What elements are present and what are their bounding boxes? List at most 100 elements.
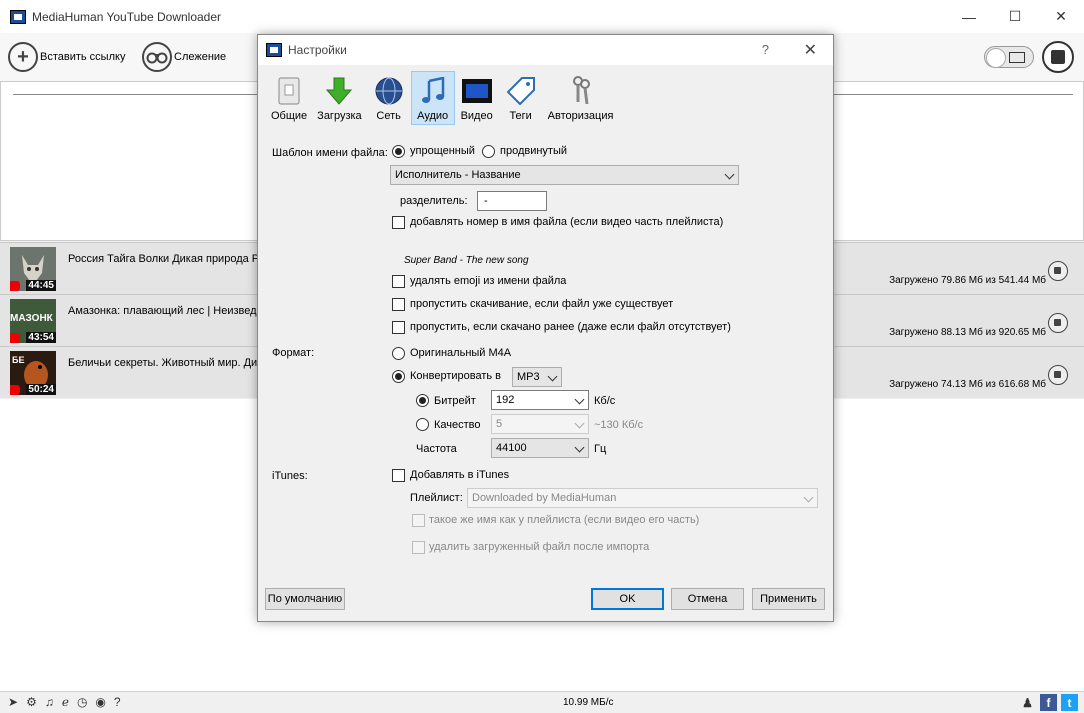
settings-tabs: Общие Загрузка Сеть Аудио Видео Теги Авт… [266, 71, 618, 125]
stop-all-button[interactable] [1042, 41, 1074, 73]
youtube-icon [10, 333, 20, 343]
thumbnail-text: МАЗОНК [10, 313, 53, 324]
skip-existing-label: пропустить скачивание, если файл уже сущ… [410, 298, 674, 310]
format-label: Формат: [272, 347, 315, 359]
default-button[interactable]: По умолчанию [265, 588, 345, 610]
tab-audio[interactable]: Аудио [410, 71, 455, 125]
video-thumbnail: МАЗОНК 43:54 [10, 299, 56, 343]
frequency-select[interactable]: 44100 [491, 438, 589, 458]
main-titlebar: MediaHuman YouTube Downloader — ☐ ✕ [0, 0, 1084, 33]
tag-icon [504, 74, 538, 108]
tracking-button[interactable]: Слежение [142, 41, 226, 73]
download-status: Загружено 74.13 Мб из 616.68 Мб [889, 379, 1046, 390]
video-mode-toggle[interactable] [984, 46, 1034, 68]
snail-icon[interactable]: ℯ [62, 695, 69, 709]
delete-after-label: удалить загруженный файл после импорта [429, 541, 650, 553]
chevron-down-icon [574, 418, 585, 429]
close-icon[interactable]: ✕ [1038, 0, 1084, 33]
original-m4a-radio[interactable] [392, 347, 405, 360]
template-select-value: Исполнитель - Название [395, 169, 521, 181]
simple-template-radio[interactable] [392, 145, 405, 158]
paste-link-button[interactable]: + Вставить ссылку [8, 41, 125, 73]
twitter-icon[interactable]: t [1061, 694, 1078, 711]
maximize-icon[interactable]: ☐ [992, 0, 1038, 33]
playlist-value: Downloaded by MediaHuman [472, 492, 617, 504]
gear-icon[interactable]: ⚙ [26, 695, 37, 709]
remove-emoji-checkbox[interactable] [392, 275, 405, 288]
tab-video[interactable]: Видео [455, 71, 499, 125]
send-icon[interactable]: ➤ [8, 695, 18, 709]
remove-emoji-label: удалять emoji из имени файла [410, 275, 567, 287]
chevron-down-icon [724, 169, 735, 180]
quality-radio[interactable] [416, 418, 429, 431]
quality-label: Качество [434, 419, 481, 431]
download-speed: 10.99 МБ/с [563, 697, 614, 708]
frequency-unit: Гц [594, 443, 607, 455]
music-note-icon[interactable]: ♫ [45, 695, 54, 709]
help-button[interactable]: ? [762, 42, 769, 57]
minimize-icon[interactable]: — [946, 0, 992, 33]
video-duration: 43:54 [26, 332, 56, 343]
cancel-button[interactable]: Отмена [671, 588, 744, 610]
same-name-checkbox[interactable] [412, 514, 425, 527]
globe-icon [372, 74, 406, 108]
youtube-icon [10, 385, 20, 395]
spy-icon[interactable]: ♟ [1019, 694, 1036, 711]
quality-select[interactable]: 5 [491, 414, 589, 434]
dialog-titlebar: Настройки ? ✕ [258, 35, 833, 65]
video-thumbnail: БЕ 50:24 [10, 351, 56, 395]
youtube-icon [10, 281, 20, 291]
chevron-down-icon [574, 442, 585, 453]
stop-download-button[interactable] [1048, 313, 1068, 333]
bitrate-radio[interactable] [416, 394, 429, 407]
video-duration: 50:24 [26, 384, 56, 395]
template-select[interactable]: Исполнитель - Название [390, 165, 739, 185]
add-number-label: добавлять номер в имя файла (если видео … [410, 216, 724, 228]
film-icon [460, 74, 494, 108]
film-icon [1009, 52, 1025, 63]
chevron-down-icon [547, 371, 558, 382]
clock-icon[interactable]: ◷ [77, 695, 87, 709]
video-duration: 44:45 [26, 280, 56, 291]
convert-radio[interactable] [392, 370, 405, 383]
dialog-close-icon[interactable]: ✕ [804, 40, 817, 60]
stop-download-button[interactable] [1048, 365, 1068, 385]
convert-format-select[interactable]: MP3 [512, 367, 562, 387]
skip-existing-checkbox[interactable] [392, 298, 405, 311]
ok-button[interactable]: OK [591, 588, 664, 610]
original-m4a-label: Оригинальный M4A [410, 347, 512, 359]
add-number-checkbox[interactable] [392, 216, 405, 229]
tab-label: Видео [460, 110, 493, 122]
tab-general[interactable]: Общие [266, 71, 312, 125]
app-title: MediaHuman YouTube Downloader [32, 9, 222, 24]
stop-download-button[interactable] [1048, 261, 1068, 281]
bitrate-label: Битрейт [434, 395, 476, 407]
simple-template-label: упрощенный [410, 145, 475, 157]
playlist-select[interactable]: Downloaded by MediaHuman [467, 488, 818, 508]
separator-input[interactable]: - [477, 191, 547, 211]
tab-authorization[interactable]: Авторизация [543, 71, 619, 125]
bitrate-unit: Кб/с [594, 395, 616, 407]
delete-after-checkbox[interactable] [412, 541, 425, 554]
add-itunes-checkbox[interactable] [392, 469, 405, 482]
filename-template-label: Шаблон имени файла: [272, 147, 388, 159]
skip-downloaded-checkbox[interactable] [392, 321, 405, 334]
binoculars-icon[interactable]: ◉ [95, 695, 105, 709]
settings-dialog: Настройки ? ✕ Общие Загрузка Сеть Аудио … [257, 34, 834, 622]
dialog-title: Настройки [288, 43, 347, 57]
advanced-template-radio[interactable] [482, 145, 495, 158]
bitrate-select[interactable]: 192 [491, 390, 589, 410]
itunes-label: iTunes: [272, 470, 308, 482]
help-icon[interactable]: ? [114, 695, 121, 709]
tab-network[interactable]: Сеть [367, 71, 411, 125]
video-thumbnail: 44:45 [10, 247, 56, 291]
separator-label: разделитель: [400, 195, 468, 207]
convert-format-value: MP3 [517, 371, 540, 383]
chevron-down-icon [574, 394, 585, 405]
tab-tags[interactable]: Теги [499, 71, 543, 125]
facebook-icon[interactable]: f [1040, 694, 1057, 711]
tab-download[interactable]: Загрузка [312, 71, 366, 125]
apply-button[interactable]: Применить [752, 588, 825, 610]
tab-label: Теги [509, 110, 532, 122]
download-arrow-icon [322, 74, 356, 108]
